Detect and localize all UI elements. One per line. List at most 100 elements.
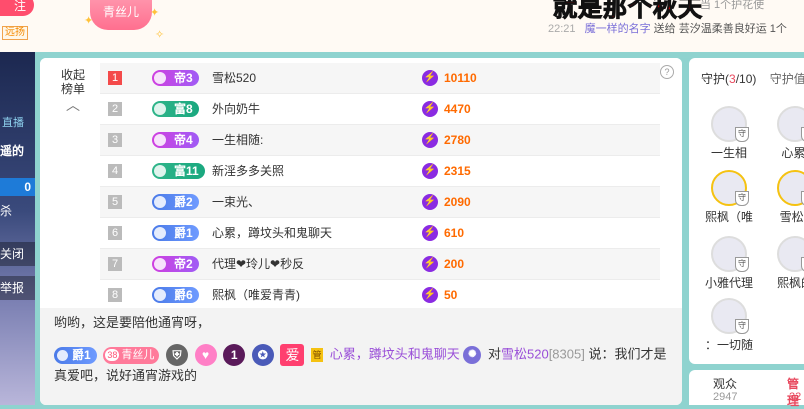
rank-score: ⚡ 2780 xyxy=(422,125,471,155)
rank-username[interactable]: 代理❤玲儿❤秒反 xyxy=(212,249,304,279)
banner-user[interactable]: 魔一样的名字 xyxy=(585,23,651,35)
love-icon: 爱 xyxy=(280,344,305,366)
rank-score: ⚡ 200 xyxy=(422,249,464,279)
left-fragment: 杀 xyxy=(0,204,13,218)
rank-row[interactable]: 1 帝3 雪松520 ⚡ 10110 xyxy=(100,63,660,94)
rank-username[interactable]: 熙枫（唯爱青青) xyxy=(212,280,300,310)
close-button[interactable]: 关闭 xyxy=(0,242,35,266)
guard-name: 一生相 xyxy=(710,146,747,160)
guard-panel: 守护(3/10) 守护值 守一生相守心累,守熙枫（唯守雪松5守小雅代理守熙枫的守… xyxy=(689,58,804,364)
avatar: 守 xyxy=(711,106,749,142)
rank-row[interactable]: 3 帝4 一生相随: ⚡ 2780 xyxy=(100,125,660,156)
chat-message: 哟哟，这是要陪他通宵呀， xyxy=(54,315,211,330)
rank-row[interactable]: 4 富11 新淫多多关照 ⚡ 2315 xyxy=(100,156,660,187)
guard-item[interactable]: 守雪松5 xyxy=(767,170,804,225)
follow-button[interactable]: 注 xyxy=(0,0,34,16)
rank-username[interactable]: 一束光、 xyxy=(212,187,260,217)
guard-tabs: 守护(3/10) 守护值 xyxy=(701,70,804,87)
rank-medal-icon: 1 xyxy=(223,344,246,366)
level-badge: 帝2 xyxy=(152,256,199,272)
score-value: 10110 xyxy=(444,71,477,85)
lightning-icon: ⚡ xyxy=(422,287,438,303)
rank-username[interactable]: 雪松520 xyxy=(212,63,256,93)
level-text: 爵2 xyxy=(174,195,193,209)
guard-item[interactable]: 守心累, xyxy=(767,106,804,161)
level-badge: 爵6 xyxy=(152,287,199,303)
tab-guard[interactable]: 守护(3/10) xyxy=(701,72,756,86)
guard-shield-icon: 守 xyxy=(735,127,749,142)
lightning-icon: ⚡ xyxy=(422,194,438,210)
score-value: 4470 xyxy=(444,102,471,116)
level-text: 爵1 xyxy=(174,226,193,240)
level-gem-icon xyxy=(154,196,166,208)
avatar: 守 xyxy=(777,106,804,142)
rank-number: 7 xyxy=(108,257,122,271)
banner-target[interactable]: 芸汐温柔善良好运 xyxy=(679,23,767,35)
rank-number: 1 xyxy=(108,71,122,85)
guard-item[interactable]: 守小雅代理 xyxy=(701,236,757,291)
guard-item[interactable]: 守 ：一切随 xyxy=(701,298,757,353)
rank-score: ⚡ 610 xyxy=(422,218,464,248)
rank-row[interactable]: 8 爵6 熙枫（唯爱青青) ⚡ 50 xyxy=(100,280,660,311)
level-badge: 富8 xyxy=(152,101,199,117)
help-icon[interactable]: ? xyxy=(660,65,674,79)
to-word: 对 xyxy=(487,346,501,362)
level-gem-icon xyxy=(154,289,166,301)
tab-guard-label: 守护 xyxy=(701,72,726,86)
score-value: 2780 xyxy=(444,133,471,147)
rank-score: ⚡ 2315 xyxy=(422,156,471,186)
score-value: 50 xyxy=(444,288,458,302)
avatar-icon: ✺ xyxy=(463,346,482,364)
collapse-ranking-button[interactable]: 收起榜单 ︿ xyxy=(60,68,86,112)
rank-row[interactable]: 2 富8 外向奶牛 ⚡ 4470 xyxy=(100,94,660,125)
top-header: 注 远扬 青丝儿 ✦ ✦ ✧ 当 1个护花使 就是那个秋天 22:21 魔一样的… xyxy=(0,0,804,52)
level-text: 爵6 xyxy=(174,288,193,302)
fan-group-badge[interactable]: 青丝儿 xyxy=(90,0,152,34)
chat-sender[interactable]: 心累，蹲坟头和鬼聊天 xyxy=(330,346,460,361)
crest-icon: ✪ xyxy=(251,344,274,366)
rank-row[interactable]: 6 爵1 心累，蹲坟头和鬼聊天 ⚡ 610 xyxy=(100,218,660,249)
level-text: 帝2 xyxy=(174,257,193,271)
score-value: 610 xyxy=(444,226,465,240)
guard-item[interactable]: 守熙枫的 xyxy=(767,236,804,291)
guard-shield-icon: ⛨ xyxy=(165,344,188,366)
chat-messages: 哟哟，这是要陪他通宵呀， 爵1 38 青丝儿 ⛨ ♥ 1 ✪ 爱 管 心累，蹲坟头… xyxy=(40,308,682,405)
level-gem-icon xyxy=(154,227,166,239)
rank-number: 8 xyxy=(108,288,122,302)
avatar: 守 xyxy=(777,170,804,206)
guard-item[interactable]: 守熙枫（唯 xyxy=(701,170,757,225)
rank-list: 1 帝3 雪松520 ⚡ 10110 2 富8 外向奶牛 ⚡ 4470 3 帝4 一生相随: ⚡ 2780 4… xyxy=(100,63,660,311)
rank-number: 5 xyxy=(108,195,122,209)
level-text: 帝4 xyxy=(174,133,193,147)
tab-guard-value[interactable]: 守护值 xyxy=(770,72,804,86)
fan-group-name: 青丝儿 xyxy=(102,5,139,19)
report-button[interactable]: 举报 xyxy=(0,276,35,300)
banner-tail: 1个 xyxy=(769,23,787,35)
live-label: 直播 xyxy=(2,117,24,129)
rank-username[interactable]: 心累，蹲坟头和鬼聊天 xyxy=(212,218,332,248)
guard-item[interactable]: 守一生相 xyxy=(701,106,757,161)
lightning-icon: ⚡ xyxy=(422,101,438,117)
rank-row[interactable]: 7 帝2 代理❤玲儿❤秒反 ⚡ 200 xyxy=(100,249,660,280)
score-value: 2315 xyxy=(444,164,471,178)
lightning-icon: ⚡ xyxy=(422,132,438,148)
level-text: 帝3 xyxy=(174,71,193,85)
level-text: 富11 xyxy=(174,164,199,178)
audience-label[interactable]: 观众 xyxy=(713,375,737,392)
lightning-icon: ⚡ xyxy=(422,225,438,241)
yuanyang-tag: 远扬 xyxy=(2,26,28,40)
rank-username[interactable]: 新淫多多关照 xyxy=(212,156,284,186)
guard-name: 心累, xyxy=(781,146,804,160)
chat-message: 爵1 38 青丝儿 ⛨ ♥ 1 ✪ 爱 管 心累，蹲坟头和鬼聊天 ✺ 对雪松520… xyxy=(54,344,674,386)
left-name-fragment: 遥的 xyxy=(0,144,25,158)
sparkle-icon: ✧ xyxy=(155,29,165,41)
avatar: 守 xyxy=(711,170,749,206)
rank-number: 6 xyxy=(108,226,122,240)
rank-row[interactable]: 5 爵2 一束光、 ⚡ 2090 xyxy=(100,187,660,218)
fan-badge-name: 青丝儿 xyxy=(121,348,155,361)
guard-name: 小雅代理 xyxy=(704,276,753,290)
rank-username[interactable]: 一生相随: xyxy=(212,125,263,155)
chat-target[interactable]: 雪松520 xyxy=(501,346,549,361)
rank-username[interactable]: 外向奶牛 xyxy=(212,94,260,124)
banner-gift-message: 22:21 魔一样的名字 送给 芸汐温柔善良好运 1个 xyxy=(548,20,787,36)
